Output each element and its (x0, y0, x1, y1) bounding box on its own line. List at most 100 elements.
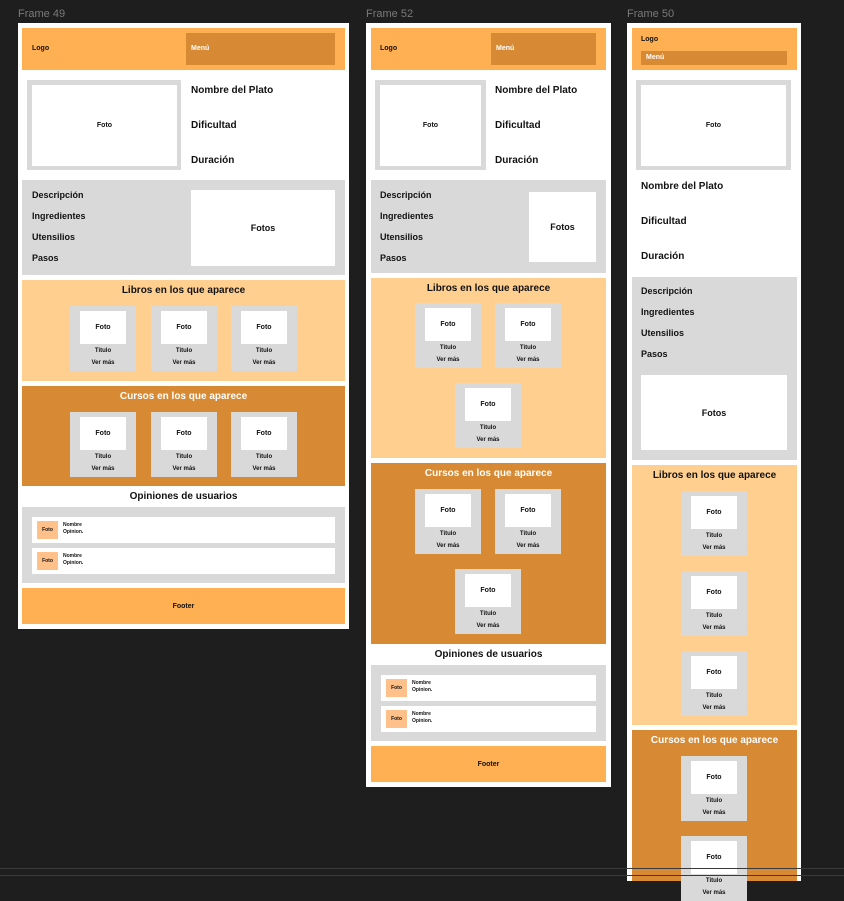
detail-2: Utensilios (380, 232, 424, 242)
card-photo: Foto (691, 576, 737, 609)
card-title: Titulo (439, 345, 457, 351)
card-see-more-link[interactable]: Ver más (495, 543, 561, 549)
dish-duration: Duración (495, 155, 539, 166)
review-name: Nombre (63, 553, 82, 559)
detail-3: Pasos (32, 253, 59, 263)
logo: Logo (32, 45, 50, 52)
card-see-more-link[interactable]: Ver más (495, 357, 561, 363)
detail-2: Utensilios (641, 328, 685, 338)
card-photo: Foto (691, 841, 737, 874)
detail-3: Pasos (380, 253, 407, 263)
card-photo: Foto (425, 494, 471, 527)
review-text: Opinion. (412, 718, 433, 724)
logo: Logo (641, 36, 659, 43)
card-photo: Foto (241, 311, 287, 344)
review-name: Nombre (412, 680, 431, 686)
dish-name: Nombre del Plato (495, 85, 578, 96)
card-title: Titulo (705, 693, 723, 699)
logo: Logo (380, 45, 398, 52)
detail-1: Ingredientes (32, 211, 86, 221)
footer: Footer (371, 746, 606, 782)
photos-gallery: Fotos (529, 192, 596, 262)
card-title: Titulo (439, 531, 457, 537)
card-see-more-link[interactable]: Ver más (455, 623, 521, 629)
books-title: Libros en los que aparece (652, 470, 777, 481)
photos-gallery: Fotos (191, 190, 335, 266)
card-see-more-link[interactable]: Ver más (231, 466, 297, 472)
card-photo: Foto (691, 656, 737, 689)
frame-label: Frame 49 (18, 8, 66, 20)
menu-label: Menú (496, 45, 515, 52)
card-see-more-link[interactable]: Ver más (70, 466, 136, 472)
card-photo: Foto (161, 311, 207, 344)
dish-difficulty: Dificultad (495, 120, 541, 131)
card-see-more-link[interactable]: Ver más (681, 810, 747, 816)
card-see-more-link[interactable]: Ver más (681, 890, 747, 896)
review-avatar: Foto (37, 521, 58, 539)
card-title: Titulo (94, 348, 112, 354)
card-photo: Foto (691, 496, 737, 529)
card-see-more-link[interactable]: Ver más (681, 625, 747, 631)
card-see-more-link[interactable]: Ver más (231, 360, 297, 366)
review-text: Opinion. (412, 687, 433, 693)
card-title: Titulo (519, 531, 537, 537)
card-title: Titulo (705, 798, 723, 804)
card-title: Titulo (705, 878, 723, 884)
reviews-title: Opiniones de usuarios (434, 649, 543, 660)
card-see-more-link[interactable]: Ver más (681, 545, 747, 551)
card-see-more-link[interactable]: Ver más (151, 466, 217, 472)
divider-line (0, 875, 844, 876)
card-see-more-link[interactable]: Ver más (455, 437, 521, 443)
dish-name: Nombre del Plato (641, 181, 724, 192)
card-see-more-link[interactable]: Ver más (415, 543, 481, 549)
review-text: Opinion. (63, 529, 84, 535)
card-title: Titulo (479, 425, 497, 431)
detail-1: Ingredientes (380, 211, 434, 221)
review-name: Nombre (412, 711, 431, 717)
dish-duration: Duración (641, 251, 685, 262)
detail-0: Descripción (32, 190, 84, 200)
card-title: Titulo (519, 345, 537, 351)
detail-1: Ingredientes (641, 307, 695, 317)
card-see-more-link[interactable]: Ver más (70, 360, 136, 366)
frame-label: Frame 50 (627, 8, 675, 20)
dish-photo: Foto (380, 85, 481, 166)
card-photo: Foto (691, 761, 737, 794)
photos-gallery: Fotos (641, 375, 787, 450)
card-photo: Foto (425, 308, 471, 341)
card-title: Titulo (255, 454, 273, 460)
review-avatar: Foto (386, 679, 407, 697)
menu-label: Menú (646, 54, 665, 61)
card-photo: Foto (80, 311, 126, 344)
card-title: Titulo (479, 611, 497, 617)
card-see-more-link[interactable]: Ver más (681, 705, 747, 711)
dish-name: Nombre del Plato (191, 85, 274, 96)
dish-photo: Foto (641, 85, 786, 166)
card-title: Titulo (255, 348, 273, 354)
card-title: Titulo (705, 533, 723, 539)
card-title: Titulo (175, 348, 193, 354)
detail-3: Pasos (641, 349, 668, 359)
review-text: Opinion. (63, 560, 84, 566)
dish-difficulty: Dificultad (191, 120, 237, 131)
card-photo: Foto (241, 417, 287, 450)
dish-duration: Duración (191, 155, 235, 166)
review-avatar: Foto (37, 552, 58, 570)
review-avatar: Foto (386, 710, 407, 728)
card-see-more-link[interactable]: Ver más (151, 360, 217, 366)
courses-title: Cursos en los que aparece (119, 391, 248, 402)
card-photo: Foto (465, 574, 511, 607)
frame-label: Frame 52 (366, 8, 414, 20)
card-photo: Foto (161, 417, 207, 450)
card-photo: Foto (505, 494, 551, 527)
card-photo: Foto (505, 308, 551, 341)
menu-label: Menú (191, 45, 210, 52)
footer: Footer (22, 588, 345, 624)
courses-title: Cursos en los que aparece (424, 468, 553, 479)
card-title: Titulo (94, 454, 112, 460)
dish-photo: Foto (32, 85, 177, 166)
card-see-more-link[interactable]: Ver más (415, 357, 481, 363)
card-title: Titulo (175, 454, 193, 460)
card-photo: Foto (80, 417, 126, 450)
reviews-title: Opiniones de usuarios (129, 491, 238, 502)
